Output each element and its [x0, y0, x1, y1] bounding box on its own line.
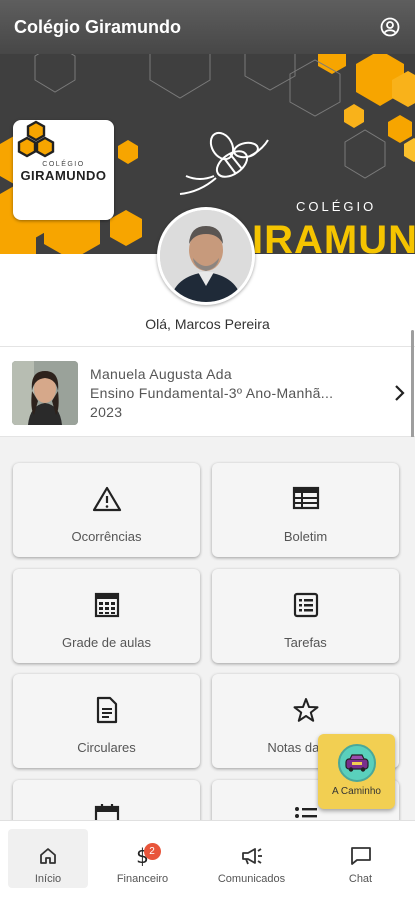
list-icon: [294, 807, 317, 818]
bottom-navigation: Início $ 2 Financeiro Comunicados Chat: [0, 820, 415, 900]
document-icon: [96, 696, 117, 724]
student-selector[interactable]: Manuela Augusta Ada Ensino Fundamental-3…: [0, 350, 415, 436]
nav-label: Comunicados: [217, 873, 286, 885]
parent-avatar[interactable]: [157, 207, 255, 305]
app-title: Colégio Giramundo: [14, 16, 182, 37]
nav-label: Chat: [348, 873, 373, 885]
menu-tile-circulares[interactable]: Circulares: [13, 674, 200, 768]
menu-tile-calendar[interactable]: [13, 780, 200, 820]
student-photo: [12, 361, 78, 425]
menu-tile-label: Ocorrências: [71, 529, 142, 544]
student-name: Manuela Augusta Ada: [90, 365, 232, 382]
nav-inicio[interactable]: Início: [8, 829, 88, 888]
chat-icon: [350, 847, 371, 865]
banner-word-colegio: COLÉGIO: [296, 199, 377, 214]
home-icon: [40, 848, 56, 864]
student-year: 2023: [90, 403, 123, 420]
warning-icon: [92, 486, 121, 512]
greeting-text: Olá, Marcos Pereira: [145, 316, 270, 332]
divider: [0, 346, 415, 347]
banner-word-giramundo: IRAMUNDO: [252, 218, 415, 254]
menu-tile-ocorrencias[interactable]: Ocorrências: [13, 463, 200, 557]
nav-label: Início: [34, 873, 62, 885]
megaphone-icon: [241, 848, 262, 865]
calendar-icon: [94, 804, 119, 820]
student-info: Manuela Augusta Ada Ensino Fundamental-3…: [90, 365, 385, 422]
menu-tile-grade-de-aulas[interactable]: Grade de aulas: [13, 569, 200, 663]
student-grade: Ensino Fundamental-3º Ano-Manhã...: [90, 384, 334, 401]
menu-tile-tarefas[interactable]: Tarefas: [212, 569, 399, 663]
menu-tile-label: Tarefas: [284, 635, 327, 650]
app-bar: Colégio Giramundo: [0, 0, 415, 54]
car-icon: [337, 744, 376, 782]
table-icon: [292, 486, 319, 510]
menu-tile-boletim[interactable]: Boletim: [212, 463, 399, 557]
nav-comunicados[interactable]: Comunicados: [197, 821, 306, 900]
fab-label: A Caminho: [332, 786, 381, 797]
menu-tile-label: Grade de aulas: [62, 635, 151, 650]
notification-badge: 2: [143, 843, 161, 860]
a-caminho-button[interactable]: A Caminho: [318, 734, 395, 809]
star-icon: [293, 698, 318, 722]
menu-tile-label: Boletim: [283, 529, 328, 544]
calendar-grid-icon: [94, 592, 119, 618]
scrollbar[interactable]: [411, 330, 414, 440]
parent-photo: [160, 210, 252, 302]
nav-financeiro[interactable]: $ 2 Financeiro: [88, 821, 197, 900]
account-button[interactable]: [379, 16, 401, 38]
menu-tile-label: Circulares: [77, 740, 136, 755]
task-list-icon: [293, 592, 318, 618]
account-icon: [380, 17, 400, 37]
nav-label: Financeiro: [116, 873, 169, 885]
nav-chat[interactable]: Chat: [306, 821, 415, 900]
